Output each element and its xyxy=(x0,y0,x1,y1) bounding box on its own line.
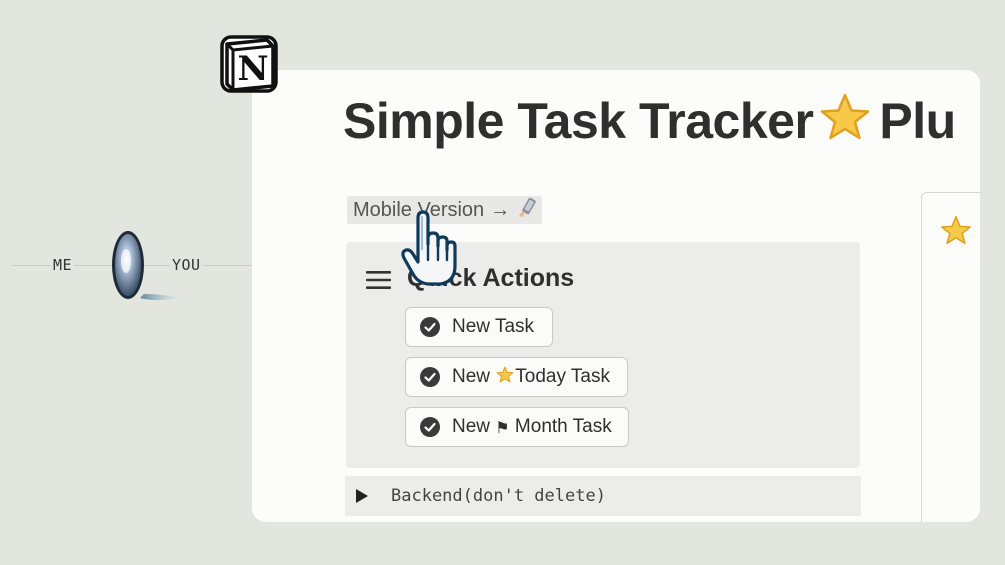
hand-pointer-icon xyxy=(400,210,460,288)
new-today-task-button[interactable]: New Today Task xyxy=(405,357,628,397)
new-month-task-suffix: Month Task xyxy=(509,416,612,437)
side-panel xyxy=(921,192,980,522)
backend-toggle[interactable]: Backend(don't delete) xyxy=(345,476,861,516)
new-today-task-suffix: Today Task xyxy=(515,366,610,387)
page-title-tail: Plu xyxy=(879,93,956,149)
flag-icon: ⚑ xyxy=(495,417,510,437)
screen: ME YOU N Simple Task Tracker Plu Mobile … xyxy=(0,0,1005,565)
phone-emoji-icon xyxy=(518,196,536,224)
arrow-right-icon: → xyxy=(490,198,511,221)
star-emoji-icon xyxy=(496,366,514,388)
page-title: Simple Task Tracker Plu xyxy=(343,92,956,156)
you-label: YOU xyxy=(170,256,203,274)
check-circle-icon xyxy=(420,367,440,387)
star-emoji-icon xyxy=(819,92,871,156)
check-circle-icon xyxy=(420,417,440,437)
new-month-task-button[interactable]: New ⚑ Month Task xyxy=(405,407,629,447)
me-you-illustration: ME YOU xyxy=(0,228,255,308)
new-today-task-prefix: New xyxy=(452,366,496,387)
notion-logo-icon: N xyxy=(219,34,279,94)
hamburger-menu-icon[interactable] xyxy=(366,270,392,290)
new-task-label: New Task xyxy=(452,316,535,337)
notion-logo-letter: N xyxy=(237,49,268,89)
backend-toggle-label: Backend(don't delete) xyxy=(391,486,606,506)
new-task-button[interactable]: New Task xyxy=(405,307,553,347)
notion-page-card: Simple Task Tracker Plu Mobile Version → xyxy=(252,70,980,522)
me-label: ME xyxy=(51,256,75,274)
new-month-task-prefix: New xyxy=(452,416,496,437)
page-title-text: Simple Task Tracker xyxy=(343,93,814,149)
star-emoji-icon xyxy=(940,215,972,252)
check-circle-icon xyxy=(420,317,440,337)
toggle-triangle-icon[interactable] xyxy=(356,489,368,503)
